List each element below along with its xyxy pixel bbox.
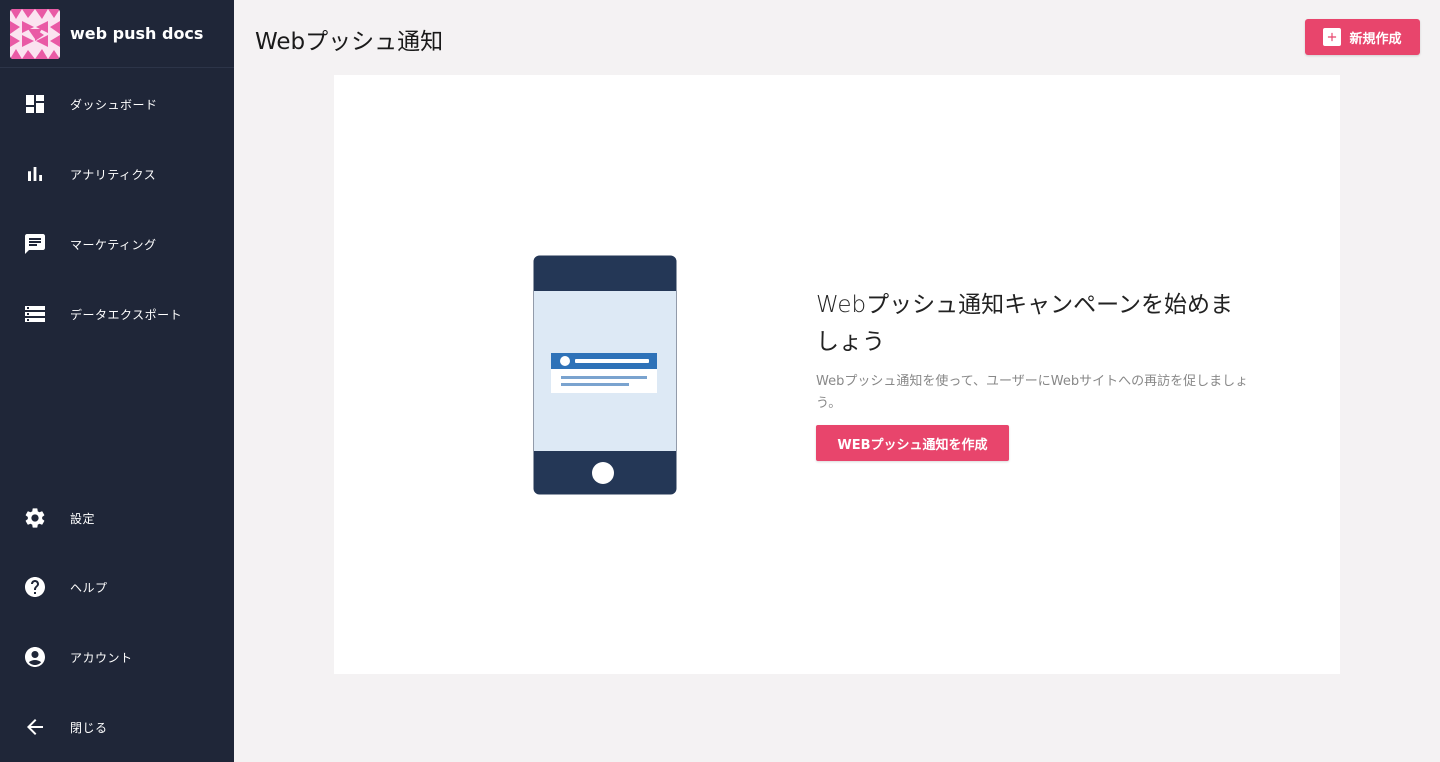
nav-item-label: 設定 [70,511,96,526]
help-icon [23,575,47,599]
empty-state-description: Webプッシュ通知を使って、ユーザーにWebサイトへの再訪を促しましょう。 [816,374,1249,411]
nav-item-close[interactable]: 閉じる [0,707,234,747]
brand[interactable]: web push docs [0,0,234,68]
nav-item-label: ダッシュボード [70,97,158,112]
nav-item-account[interactable]: アカウント [0,637,234,677]
plus-icon [1323,28,1342,46]
dashboard-icon [23,92,47,116]
empty-state-card: Webプッシュ通知キャンペーンを始めましょう Webプッシュ通知を使って、ユーザ… [334,75,1340,674]
message-icon [23,232,47,256]
new-button-label: 新規作成 [1349,31,1402,47]
account-icon [23,645,47,669]
nav-item-dashboard[interactable]: ダッシュボード [0,84,234,124]
nav-item-label: ヘルプ [70,580,108,595]
nav-item-analytics[interactable]: アナリティクス [0,154,234,194]
nav-item-label: アナリティクス [70,167,157,182]
brand-name: web push docs [70,24,204,43]
create-web-push-button[interactable]: WEBプッシュ通知を作成 [816,425,1009,461]
bar-chart-icon [23,162,47,186]
arrow-left-icon [23,715,47,739]
empty-state-title: Webプッシュ通知キャンペーンを始めましょう [816,292,1233,355]
phone-illustration [533,255,677,499]
sidebar: web push docs ダッシュボード アナリティクス マーケティング デー… [0,0,234,762]
nav-item-settings[interactable]: 設定 [0,498,234,538]
nav-item-label: 閉じる [70,720,108,735]
nav-item-help[interactable]: ヘルプ [0,567,234,607]
nav-item-data-export[interactable]: データエクスポート [0,294,234,334]
nav-item-label: データエクスポート [70,307,183,322]
nav-item-label: アカウント [70,650,133,665]
nav-item-label: マーケティング [70,237,157,252]
storage-icon [23,302,47,326]
nav-item-marketing[interactable]: マーケティング [0,224,234,264]
gear-icon [23,506,47,530]
page-title: Webプッシュ通知 [255,29,444,55]
brand-logo [10,8,60,59]
new-button[interactable]: 新規作成 [1305,19,1420,55]
